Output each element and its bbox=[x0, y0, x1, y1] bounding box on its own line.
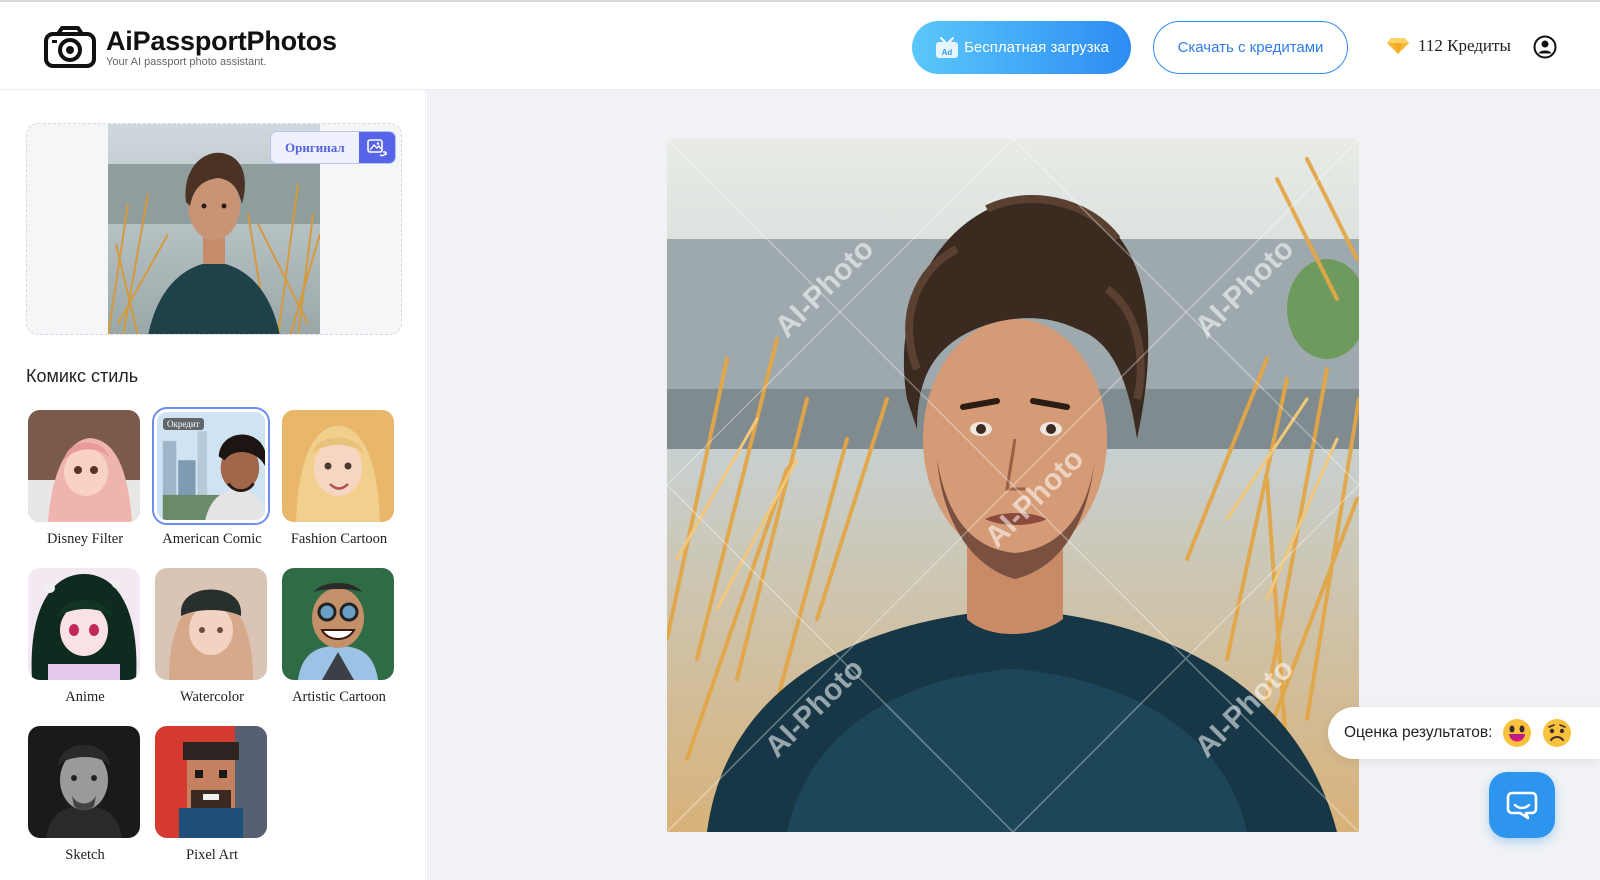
style-american-comic[interactable]: Окредит American Comic bbox=[152, 407, 270, 548]
rating-panel: Оценка результатов: bbox=[1328, 707, 1600, 759]
chat-button[interactable] bbox=[1489, 772, 1555, 838]
credit-badge: Окредит bbox=[163, 418, 204, 430]
logo-subtitle: Your AI passport photo assistant. bbox=[106, 55, 267, 68]
style-label: Disney Filter bbox=[46, 531, 124, 547]
section-title: Комикс стиль bbox=[26, 366, 139, 386]
style-label: Pixel Art bbox=[186, 847, 238, 863]
free-download-label: Бесплатная загрузка bbox=[964, 39, 1109, 56]
main-area: AI-Photo AI-Photo AI-Photo AI-Photo AI-P… bbox=[427, 90, 1600, 880]
tv-ad-icon: Ad bbox=[936, 36, 959, 58]
original-toggle[interactable]: Оригинал bbox=[270, 131, 396, 164]
style-thumb bbox=[28, 410, 140, 522]
sidebar: Оригинал Комикс стиль Disney Filter Окре… bbox=[0, 90, 426, 880]
rating-label: Оценка результатов: bbox=[1344, 724, 1493, 741]
free-download-button[interactable]: Ad Бесплатная загрузка bbox=[912, 21, 1131, 74]
style-thumb: Окредит bbox=[152, 407, 270, 525]
credits-download-label: Скачать с кредитами bbox=[1177, 39, 1324, 56]
logo[interactable]: AiPassportPhotos Your AI passport photo … bbox=[44, 26, 337, 68]
style-label: Anime bbox=[65, 689, 105, 705]
style-anime[interactable]: Anime bbox=[28, 568, 142, 706]
credits-download-button[interactable]: Скачать с кредитами bbox=[1153, 21, 1348, 74]
style-label: American Comic bbox=[162, 531, 262, 547]
logo-title: AiPassportPhotos bbox=[106, 25, 337, 56]
style-fashion-cartoon[interactable]: Fashion Cartoon bbox=[282, 410, 396, 548]
style-pixel-art[interactable]: Pixel Art bbox=[155, 726, 269, 864]
style-thumb bbox=[282, 410, 394, 522]
style-label: Sketch bbox=[65, 847, 105, 863]
svg-text:Ad: Ad bbox=[942, 48, 953, 57]
style-watercolor[interactable]: Watercolor bbox=[155, 568, 269, 706]
style-thumb bbox=[28, 568, 140, 680]
style-thumb bbox=[155, 568, 267, 680]
header: AiPassportPhotos Your AI passport photo … bbox=[0, 0, 1600, 90]
style-disney-filter[interactable]: Disney Filter bbox=[28, 410, 142, 548]
style-label: Fashion Cartoon bbox=[290, 531, 388, 547]
style-sketch[interactable]: Sketch bbox=[28, 726, 142, 864]
style-label: Watercolor bbox=[179, 689, 245, 705]
image-swap-icon bbox=[366, 138, 387, 156]
credits-text: 112 Кредиты bbox=[1418, 36, 1511, 55]
gem-icon bbox=[1387, 38, 1409, 54]
style-thumb bbox=[155, 726, 267, 838]
credits-balance[interactable]: 112 Кредиты bbox=[1386, 36, 1511, 56]
original-photo-box: Оригинал bbox=[26, 123, 402, 335]
chat-icon bbox=[1506, 791, 1538, 820]
original-label: Оригинал bbox=[271, 132, 359, 163]
sad-emoji-icon[interactable] bbox=[1542, 718, 1572, 748]
camera-logo-icon bbox=[44, 26, 96, 68]
style-thumb bbox=[28, 726, 140, 838]
style-artistic-cartoon[interactable]: Artistic Cartoon bbox=[282, 568, 396, 706]
style-label: Artistic Cartoon bbox=[292, 689, 386, 705]
style-thumb bbox=[282, 568, 394, 680]
user-icon[interactable] bbox=[1533, 35, 1557, 59]
result-image: AI-Photo AI-Photo AI-Photo AI-Photo AI-P… bbox=[667, 139, 1359, 832]
happy-emoji-icon[interactable] bbox=[1502, 718, 1532, 748]
image-swap-button[interactable] bbox=[358, 132, 395, 163]
